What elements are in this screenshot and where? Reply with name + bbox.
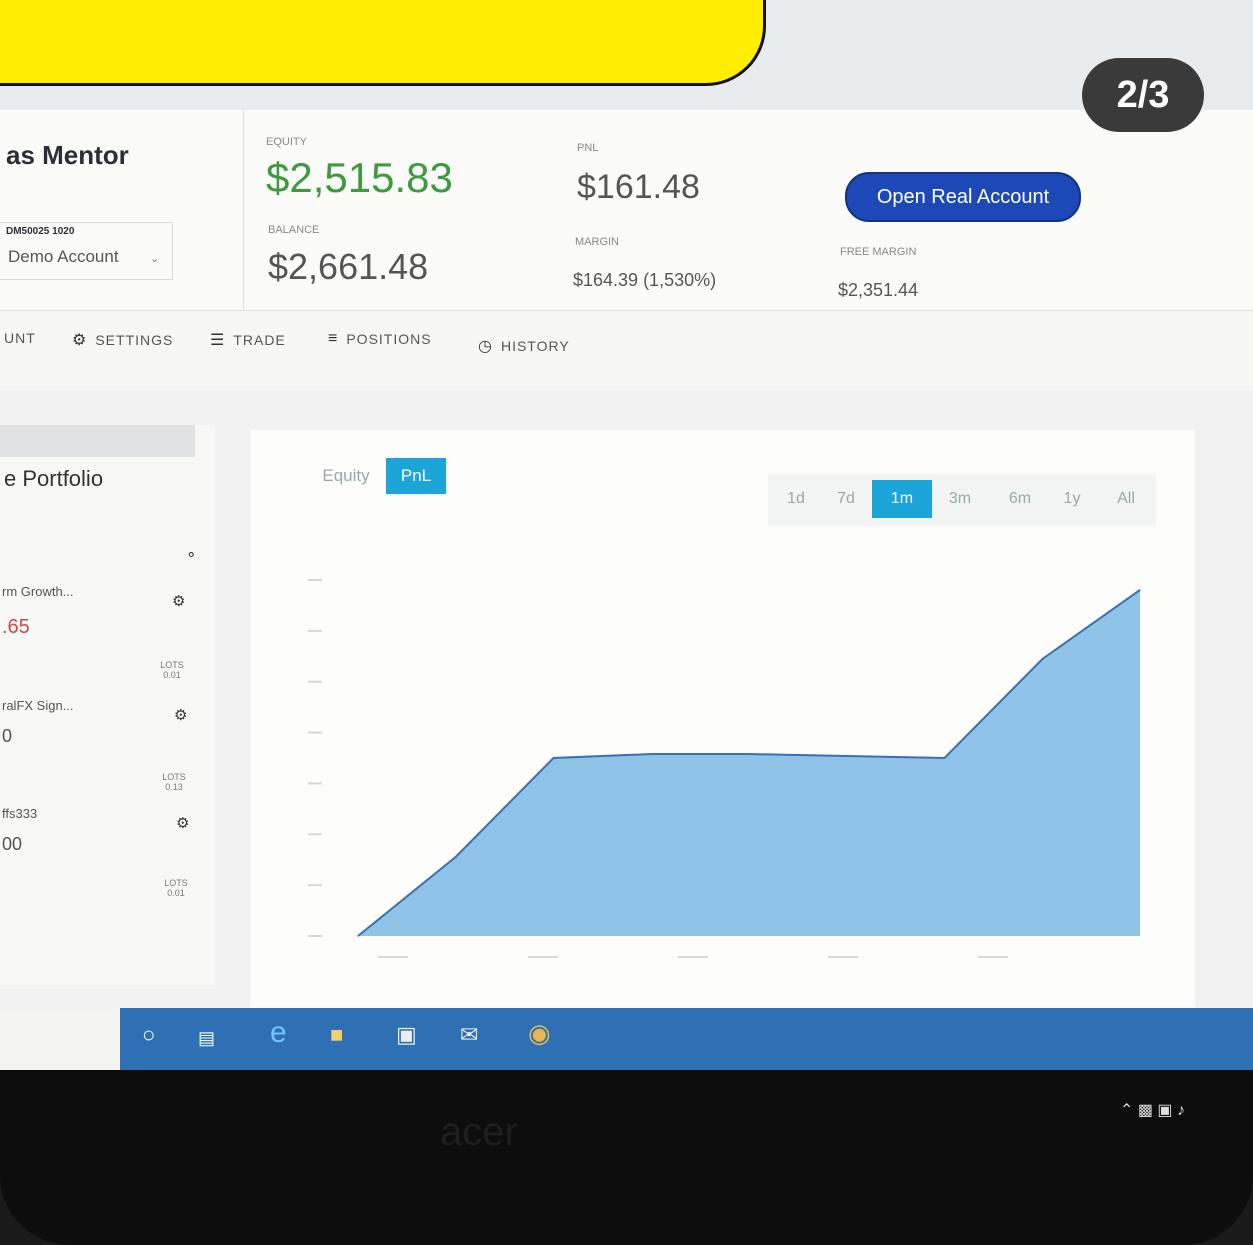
y-axis-tick (308, 782, 322, 785)
portfolio-item-value: .65 (2, 616, 30, 638)
portfolio-item-lots: LOTS 0.01 (164, 878, 188, 898)
store-icon[interactable]: ▣ (396, 1022, 417, 1048)
tab-settings[interactable]: ⚙ SETTINGS (72, 330, 173, 350)
x-axis-tick (678, 956, 708, 958)
folder-icon[interactable]: ■ (330, 1022, 343, 1048)
portfolio-item-lots: LOTS 0.01 (160, 660, 184, 680)
portfolio-item-name[interactable]: rm Growth... (2, 584, 74, 599)
y-axis-tick (308, 680, 322, 683)
pnl-data-point (944, 757, 945, 759)
edge-icon[interactable]: e (270, 1016, 287, 1050)
open-real-account-button[interactable]: Open Real Account (845, 172, 1081, 222)
monitor-screen: as Mentor DM50025 1020 Demo Account ⌄ EQ… (0, 0, 1253, 1070)
gear-icon[interactable]: ⚙ (174, 706, 187, 724)
portfolio-item-value: 00 (2, 834, 23, 854)
y-axis-tick (308, 731, 322, 734)
portfolio-title: e Portfolio (4, 466, 104, 491)
pnl-data-point (455, 856, 457, 858)
tab-trade[interactable]: ☰ TRADE (210, 330, 286, 350)
system-tray-icons: ⌃ ▩ ▣ ♪ (1120, 1102, 1185, 1119)
chevron-down-icon[interactable]: ⌄ (150, 252, 159, 265)
range-7d[interactable]: 7d (826, 480, 866, 518)
portfolio-item-value: 0 (2, 726, 13, 746)
refresh-icon[interactable]: ⚬ (185, 546, 198, 564)
range-3m[interactable]: 3m (940, 480, 980, 518)
y-axis-tick (308, 833, 322, 836)
gear-icon: ⚙ (72, 332, 88, 349)
tab-account-label: UNT (4, 330, 36, 346)
chrome-icon[interactable]: ◉ (528, 1018, 551, 1049)
pnl-area (358, 589, 1140, 936)
photo-frame: as Mentor DM50025 1020 Demo Account ⌄ EQ… (0, 0, 1253, 1245)
range-1d[interactable]: 1d (776, 480, 816, 518)
portfolio-item-name[interactable]: ffs333 (2, 806, 37, 821)
balance-value: $2,661.48 (268, 246, 429, 287)
y-axis-tick (308, 629, 322, 632)
account-id: DM50025 1020 (6, 226, 75, 237)
free-margin-label: FREE MARGIN (840, 246, 917, 258)
y-axis-tick (308, 579, 322, 581)
clock-icon: ◷ (478, 338, 493, 355)
tab-positions-label: POSITIONS (346, 331, 432, 347)
tab-trade-label: TRADE (233, 332, 286, 348)
tab-account[interactable]: UNT (4, 330, 36, 346)
tab-settings-label: SETTINGS (95, 332, 174, 348)
gear-icon[interactable]: ⚙ (172, 592, 185, 610)
account-name: as Mentor (6, 140, 129, 170)
pnl-data-point (1139, 589, 1141, 591)
x-axis-tick (378, 956, 408, 958)
range-1m[interactable]: 1m (872, 480, 932, 518)
tab-history[interactable]: ◷ HISTORY (478, 336, 570, 356)
account-type[interactable]: Demo Account (8, 247, 119, 267)
equity-label: EQUITY (266, 136, 307, 148)
header-divider (243, 110, 244, 310)
pnl-label: PNL (577, 142, 599, 154)
cortana-icon[interactable]: ○ (142, 1022, 155, 1048)
panel-tab[interactable] (0, 425, 195, 457)
range-all[interactable]: All (1106, 480, 1146, 518)
pnl-value: $161.48 (577, 168, 700, 206)
x-axis-tick (828, 956, 858, 958)
portfolio-item-lots: LOTS 0.13 (162, 772, 186, 792)
equity-value: $2,515.83 (266, 154, 453, 201)
x-axis-tick (528, 956, 558, 958)
page-counter-badge: 2/3 (1082, 58, 1204, 132)
pnl-data-point (357, 935, 359, 937)
range-6m[interactable]: 6m (998, 480, 1042, 518)
tab-positions[interactable]: ≡ POSITIONS (328, 330, 432, 348)
x-axis-tick (978, 956, 1008, 958)
pnl-data-point (650, 753, 652, 755)
main-nav (0, 310, 1253, 391)
acer-logo: acer (440, 1110, 518, 1154)
pnl-area-chart (308, 579, 1141, 958)
y-axis-tick (308, 935, 322, 937)
mail-icon[interactable]: ✉ (460, 1022, 478, 1048)
margin-value: $164.39 (1,530%) (573, 270, 717, 290)
y-axis-tick (308, 884, 322, 887)
balance-label: BALANCE (268, 224, 320, 236)
gear-icon[interactable]: ⚙ (176, 814, 189, 832)
pnl-data-point (846, 755, 848, 757)
task-view-icon[interactable]: ▤ (198, 1028, 215, 1049)
free-margin-value: $2,351.44 (838, 280, 919, 300)
list-icon: ≡ (328, 330, 339, 347)
windows-taskbar (120, 1008, 1253, 1070)
pnl-data-point (748, 753, 750, 755)
margin-label: MARGIN (575, 236, 619, 248)
menu-icon: ☰ (210, 332, 226, 349)
portfolio-item-name[interactable]: ralFX Sign... (2, 698, 74, 713)
pnl-data-point (1041, 658, 1043, 660)
tab-history-label: HISTORY (500, 338, 570, 354)
yellow-banner (0, 0, 766, 86)
tab-pnl[interactable]: PnL (386, 458, 446, 494)
pnl-data-point (553, 757, 554, 759)
range-1y[interactable]: 1y (1052, 480, 1092, 518)
tab-equity[interactable]: Equity (310, 458, 382, 494)
